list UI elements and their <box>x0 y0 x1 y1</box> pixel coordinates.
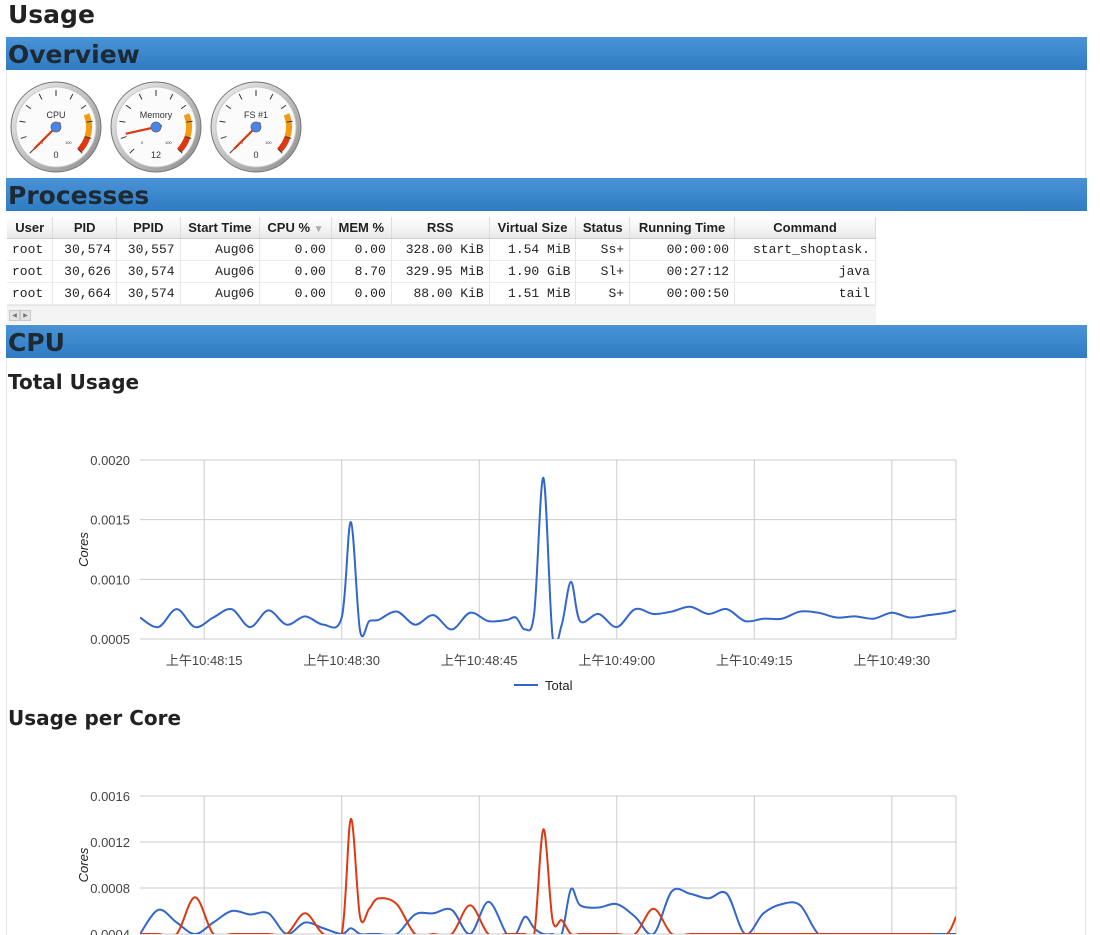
column-header-start-time[interactable]: Start Time <box>180 217 261 239</box>
cpu-gauge: 0 100 CPU 0 <box>10 81 102 173</box>
legend-label: Total <box>545 678 573 693</box>
cell-status: Sl+ <box>575 260 631 283</box>
series-line <box>140 887 956 934</box>
gauge-value: 0 <box>253 150 259 160</box>
gauge-label: FS #1 <box>243 110 268 120</box>
memory-gauge: 0 100 Memory 12 <box>110 81 202 173</box>
y-axis-title: Cores <box>76 847 91 882</box>
sort-desc-icon: ▼ <box>313 224 324 235</box>
gauge-hub <box>250 121 262 133</box>
x-tick-label: 上午10:48:15 <box>166 653 243 668</box>
column-header-running-time[interactable]: Running Time <box>629 217 736 239</box>
column-header-cpu[interactable]: CPU % ▼ <box>259 217 332 239</box>
cpu-header: CPU <box>6 325 1087 358</box>
y-axis-title: Cores <box>76 532 91 567</box>
cell-rss: 88.00 KiB <box>391 282 490 305</box>
scroll-left-icon[interactable]: ◀ <box>9 310 20 321</box>
y-tick-label: 0.0012 <box>90 835 130 850</box>
gauge-hub <box>50 121 62 133</box>
column-header-status[interactable]: Status <box>575 217 631 239</box>
cell-pid: 30,574 <box>52 238 117 261</box>
cell-start-time: Aug06 <box>180 238 261 261</box>
table-row[interactable]: root 30,626 30,574 Aug06 0.00 8.70 329.9… <box>7 260 876 283</box>
cell-pid: 30,664 <box>52 282 117 305</box>
column-header-ppid[interactable]: PPID <box>116 217 181 239</box>
cell-cpu: 0.00 <box>259 260 332 283</box>
x-tick-label: 上午10:48:30 <box>303 653 380 668</box>
gauge-value: 12 <box>150 150 161 160</box>
cell-start-time: Aug06 <box>180 282 261 305</box>
cell-user: root <box>7 260 54 283</box>
cell-virtual-size: 1.51 MiB <box>489 282 577 305</box>
series-line <box>140 817 956 934</box>
cell-running-time: 00:00:50 <box>629 282 736 305</box>
y-tick-label: 0.0004 <box>90 927 130 935</box>
gauge-value: 0 <box>53 150 59 160</box>
cell-user: root <box>7 238 54 261</box>
series-line <box>140 476 956 639</box>
gauge-label: Memory <box>139 110 173 120</box>
processes-header: Processes <box>6 178 1087 211</box>
column-header-mem[interactable]: MEM % <box>331 217 392 239</box>
cell-running-time: 00:00:00 <box>629 238 736 261</box>
cell-command: tail <box>734 282 876 305</box>
gauge-label: CPU <box>46 110 66 120</box>
y-tick-label: 0.0008 <box>90 881 130 896</box>
cell-command: java <box>734 260 876 283</box>
y-tick-label: 0.0015 <box>90 513 130 528</box>
horizontal-scrollbar[interactable]: ◀ ▶ <box>7 305 876 324</box>
cell-cpu: 0.00 <box>259 238 332 261</box>
cell-virtual-size: 1.54 MiB <box>489 238 577 261</box>
gauge-max-label: 100 <box>265 140 272 145</box>
scroll-right-icon[interactable]: ▶ <box>20 310 31 321</box>
cell-cpu: 0.00 <box>259 282 332 305</box>
cell-rss: 329.95 MiB <box>391 260 490 283</box>
x-tick-label: 上午10:49:30 <box>854 653 931 668</box>
x-tick-label: 上午10:49:15 <box>716 653 793 668</box>
y-tick-label: 0.0005 <box>90 632 130 647</box>
y-tick-label: 0.0010 <box>90 572 130 587</box>
cell-ppid: 30,574 <box>116 260 181 283</box>
column-header-user[interactable]: User <box>7 217 54 239</box>
cell-mem: 0.00 <box>331 282 392 305</box>
column-header-cpu-label: CPU % <box>267 220 311 235</box>
usage-per-core-title: Usage per Core <box>8 706 182 730</box>
fs-gauge: 0 100 FS #1 0 <box>210 81 302 173</box>
y-tick-label: 0.0016 <box>90 789 130 804</box>
table-row[interactable]: root 30,664 30,574 Aug06 0.00 0.00 88.00… <box>7 282 876 305</box>
column-header-pid[interactable]: PID <box>52 217 117 239</box>
x-tick-label: 上午10:48:45 <box>441 653 518 668</box>
gauge-max-label: 100 <box>65 140 72 145</box>
cell-mem: 0.00 <box>331 238 392 261</box>
column-header-virtual-size[interactable]: Virtual Size <box>489 217 577 239</box>
cell-status: S+ <box>575 282 631 305</box>
page-title: Usage <box>8 0 95 29</box>
table-row[interactable]: root 30,574 30,557 Aug06 0.00 0.00 328.0… <box>7 238 876 261</box>
cell-status: Ss+ <box>575 238 631 261</box>
cell-user: root <box>7 282 54 305</box>
x-tick-label: 上午10:49:00 <box>578 653 655 668</box>
cell-start-time: Aug06 <box>180 260 261 283</box>
cell-pid: 30,626 <box>52 260 117 283</box>
overview-header: Overview <box>6 37 1087 70</box>
process-table: User PID PPID Start Time CPU % ▼ MEM % R… <box>7 217 876 305</box>
total-usage-chart: 0.0020 0.0015 0.0010 0.0005 上午10:48:15 上午10:4… <box>76 453 957 693</box>
table-header-row: User PID PPID Start Time CPU % ▼ MEM % R… <box>7 217 876 239</box>
cell-rss: 328.00 KiB <box>391 238 490 261</box>
column-header-rss[interactable]: RSS <box>391 217 490 239</box>
total-usage-title: Total Usage <box>8 370 140 394</box>
cell-mem: 8.70 <box>331 260 392 283</box>
column-header-command[interactable]: Command <box>734 217 876 239</box>
cell-virtual-size: 1.90 GiB <box>489 260 577 283</box>
y-tick-label: 0.0020 <box>90 453 130 468</box>
cell-command: start_shoptask. <box>734 238 876 261</box>
cell-ppid: 30,557 <box>116 238 181 261</box>
usage-per-core-chart: 0.0016 0.0012 0.0008 0.0004 Cores <box>76 789 957 935</box>
cell-running-time: 00:27:12 <box>629 260 736 283</box>
gauge-max-label: 100 <box>165 140 172 145</box>
gauge-hub <box>150 121 162 133</box>
cell-ppid: 30,574 <box>116 282 181 305</box>
